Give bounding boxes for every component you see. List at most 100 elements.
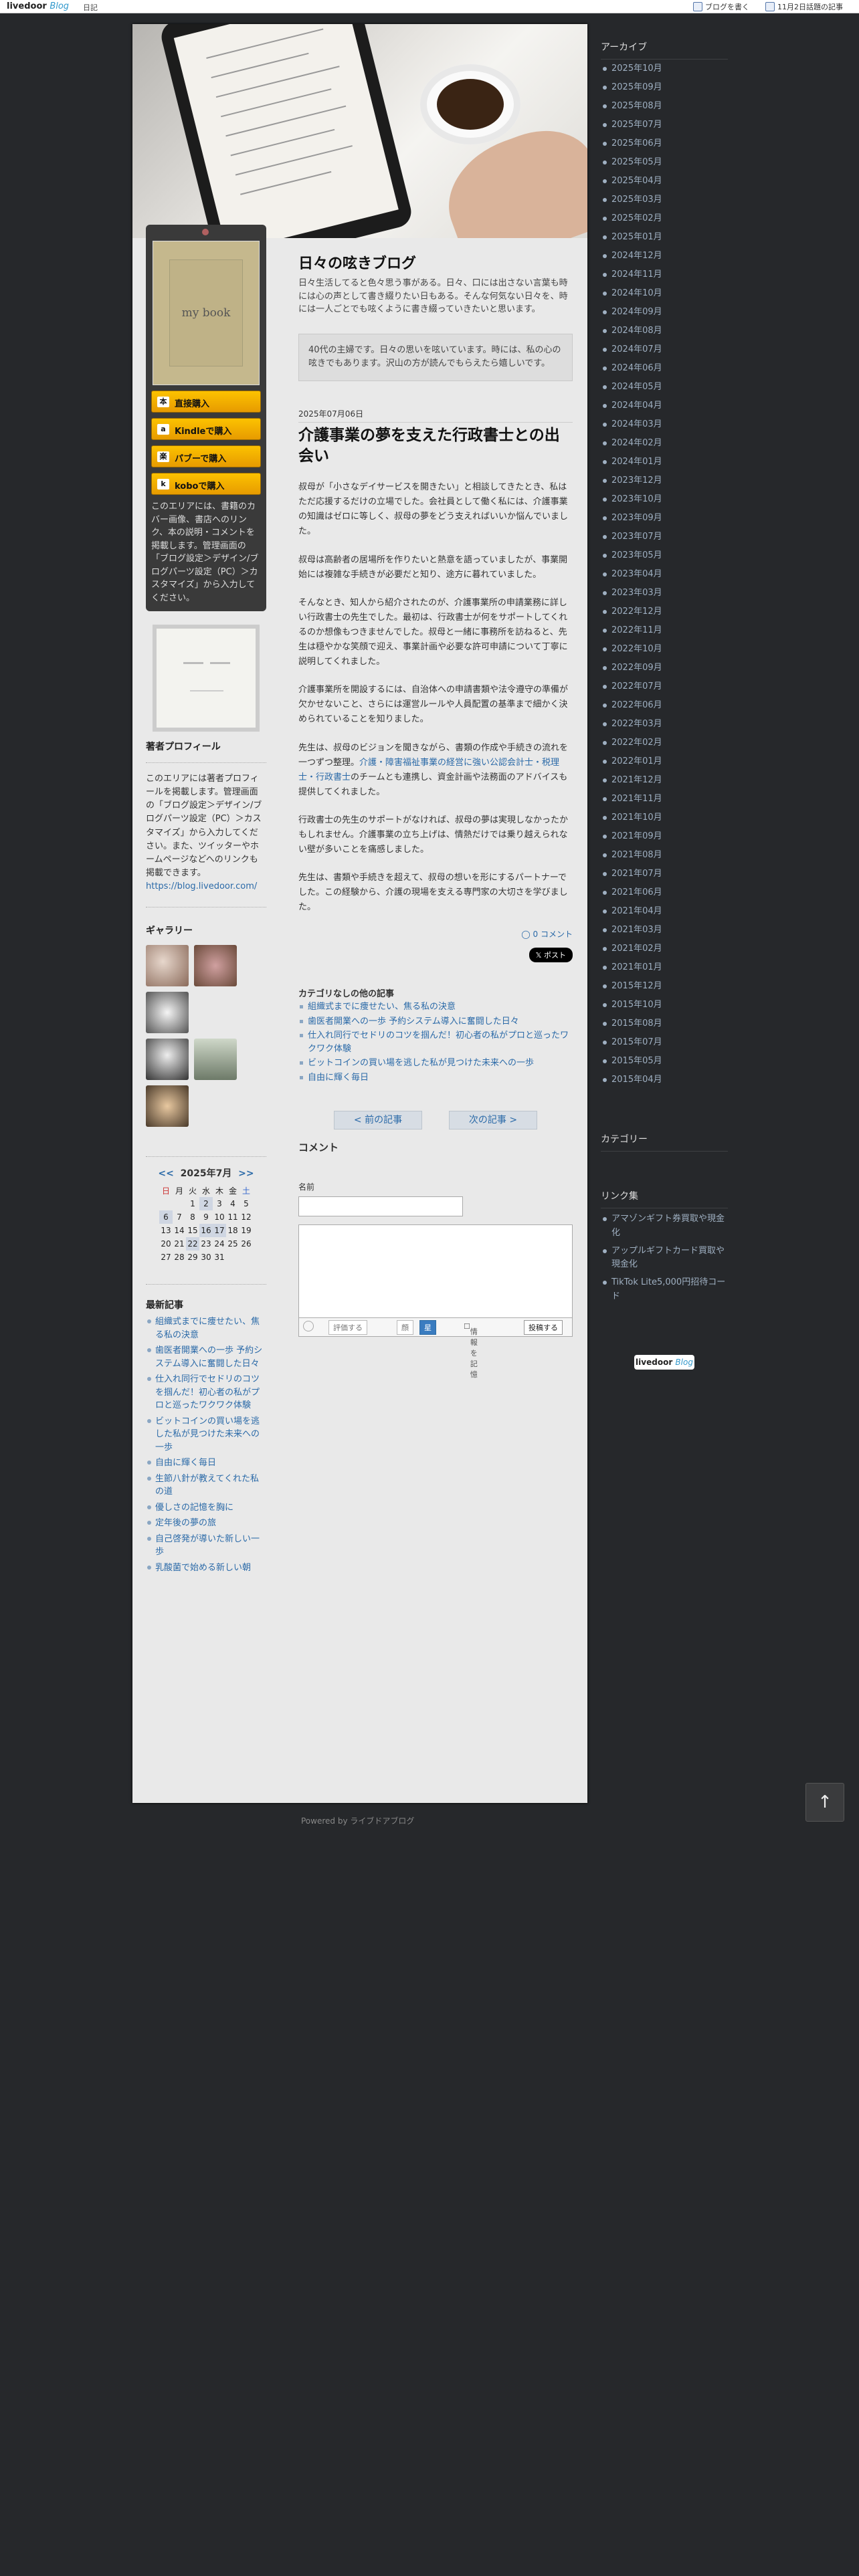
archive-month-link[interactable]: 2023年04月 — [601, 565, 728, 584]
star-toggle[interactable]: 星 — [419, 1320, 436, 1335]
rate-select[interactable]: 評価する — [328, 1320, 367, 1335]
archive-month-link[interactable]: 2022年12月 — [601, 603, 728, 621]
archive-month-link[interactable]: 2023年12月 — [601, 471, 728, 490]
archive-month-link[interactable]: 2024年11月 — [601, 265, 728, 284]
archive-month-link[interactable]: 2021年11月 — [601, 790, 728, 809]
other-article-link[interactable]: 自由に輝く毎日 — [298, 1071, 573, 1085]
buy-puboo-button[interactable]: 楽パブーで購入 — [151, 445, 261, 467]
x-post-button[interactable]: 𝕏 ポスト — [529, 948, 573, 963]
archive-month-link[interactable]: 2024年09月 — [601, 303, 728, 322]
next-article-button[interactable]: 次の記事 > — [449, 1111, 537, 1130]
archive-month-link[interactable]: 2021年09月 — [601, 827, 728, 846]
archive-month-link[interactable]: 2025年07月 — [601, 116, 728, 134]
other-article-link[interactable]: ビットコインの買い場を逃した私が見つけた未来への一歩 — [298, 1057, 573, 1070]
livedoor-blog-logo[interactable]: livedoor Blog — [7, 1, 69, 11]
archive-month-link[interactable]: 2025年02月 — [601, 209, 728, 228]
archive-month-link[interactable]: 2021年06月 — [601, 883, 728, 902]
archive-month-link[interactable]: 2025年03月 — [601, 191, 728, 209]
archive-month-link[interactable]: 2023年05月 — [601, 546, 728, 565]
other-article-link[interactable]: 組織式までに痩せたい、焦る私の決意 — [298, 1000, 573, 1014]
recent-article-link[interactable]: 仕入れ同行でセドリのコツを掴んだ！初心者の私がプロと巡ったワクワク体験 — [146, 1373, 266, 1412]
archive-month-link[interactable]: 2022年06月 — [601, 696, 728, 715]
archive-month-link[interactable]: 2024年03月 — [601, 415, 728, 434]
diary-link[interactable]: 日記 — [83, 2, 98, 13]
prev-article-button[interactable]: < 前の記事 — [334, 1111, 422, 1130]
comment-textarea[interactable] — [298, 1224, 573, 1319]
recent-article-link[interactable]: 組織式までに痩せたい、焦る私の決意 — [146, 1315, 266, 1341]
remember-checkbox[interactable]: ☐ 情報を記憶 — [464, 1322, 478, 1379]
archive-month-link[interactable]: 2021年08月 — [601, 846, 728, 865]
archive-month-link[interactable]: 2021年02月 — [601, 940, 728, 958]
blog-title[interactable]: 日々の呟きブログ — [298, 251, 573, 273]
gallery-thumbnail[interactable] — [146, 992, 189, 1034]
archive-month-link[interactable]: 2021年10月 — [601, 809, 728, 827]
archive-month-link[interactable]: 2015年08月 — [601, 1014, 728, 1033]
other-article-link[interactable]: 仕入れ同行でセドリのコツを掴んだ！初心者の私がプロと巡ったワクワク体験 — [298, 1029, 573, 1055]
archive-month-link[interactable]: 2025年10月 — [601, 60, 728, 78]
write-blog-link[interactable]: ブログを書く — [693, 1, 749, 12]
name-input[interactable] — [298, 1196, 463, 1217]
link-item[interactable]: TikTok Lite5,000円招待コード — [601, 1276, 728, 1304]
recent-article-link[interactable]: 優しさの記憶を胸に — [146, 1501, 266, 1515]
archive-month-link[interactable]: 2024年01月 — [601, 453, 728, 471]
buy-direct-button[interactable]: 本直接購入 — [151, 391, 261, 413]
archive-month-link[interactable]: 2021年07月 — [601, 865, 728, 883]
archive-month-link[interactable]: 2022年09月 — [601, 659, 728, 677]
archive-month-link[interactable]: 2024年07月 — [601, 340, 728, 359]
archive-month-link[interactable]: 2024年06月 — [601, 359, 728, 378]
gallery-thumbnail[interactable] — [146, 945, 189, 987]
archive-month-link[interactable]: 2024年05月 — [601, 378, 728, 397]
archive-month-link[interactable]: 2025年04月 — [601, 172, 728, 191]
archive-month-link[interactable]: 2025年09月 — [601, 78, 728, 97]
recent-article-link[interactable]: 生節八針が教えてくれた私の道 — [146, 1473, 266, 1499]
article-title[interactable]: 介護事業の夢を支えた行政書士との出会い — [298, 422, 573, 467]
smiley-icon[interactable] — [303, 1321, 314, 1332]
back-to-top-button[interactable]: ↑ — [805, 1783, 844, 1822]
archive-month-link[interactable]: 2023年09月 — [601, 509, 728, 528]
archive-month-link[interactable]: 2015年07月 — [601, 1033, 728, 1052]
buy-kobo-button[interactable]: k koboで購入 — [151, 473, 261, 495]
calendar-prev-link[interactable]: << — [158, 1168, 173, 1179]
archive-month-link[interactable]: 2023年07月 — [601, 528, 728, 546]
archive-month-link[interactable]: 2021年03月 — [601, 921, 728, 940]
archive-month-link[interactable]: 2024年02月 — [601, 434, 728, 453]
livedoor-blog-badge[interactable]: livedoor Blog — [634, 1355, 694, 1370]
comment-count-link[interactable]: ◯ 0 コメント — [298, 928, 573, 940]
archive-month-link[interactable]: 2015年05月 — [601, 1052, 728, 1071]
archive-month-link[interactable]: 2022年01月 — [601, 752, 728, 771]
face-toggle[interactable]: 顔 — [397, 1320, 413, 1335]
recent-article-link[interactable]: 自由に輝く毎日 — [146, 1457, 266, 1470]
archive-month-link[interactable]: 2021年12月 — [601, 771, 728, 790]
trending-articles-link[interactable]: 11月2日話題の記事 — [765, 1, 843, 12]
other-article-link[interactable]: 歯医者開業への一歩 予約システム導入に奮闘した日々 — [298, 1015, 573, 1029]
powered-by[interactable]: Powered by ライブドアブログ — [301, 1815, 414, 1826]
link-item[interactable]: アップルギフトカード買取や現金化 — [601, 1245, 728, 1273]
archive-month-link[interactable]: 2022年10月 — [601, 640, 728, 659]
archive-month-link[interactable]: 2021年01月 — [601, 958, 728, 977]
archive-month-link[interactable]: 2015年04月 — [601, 1071, 728, 1089]
link-item[interactable]: アマゾンギフト券買取や現金化 — [601, 1212, 728, 1241]
gallery-thumbnail[interactable] — [146, 1039, 189, 1081]
book-cover-image[interactable]: my book — [153, 241, 260, 385]
recent-article-link[interactable]: 自己啓発が導いた新しい一歩 — [146, 1533, 266, 1559]
archive-month-link[interactable]: 2024年04月 — [601, 397, 728, 415]
archive-month-link[interactable]: 2015年12月 — [601, 977, 728, 996]
archive-month-link[interactable]: 2021年04月 — [601, 902, 728, 921]
archive-month-link[interactable]: 2024年12月 — [601, 247, 728, 265]
archive-month-link[interactable]: 2023年03月 — [601, 584, 728, 603]
archive-month-link[interactable]: 2025年05月 — [601, 153, 728, 172]
buy-kindle-button[interactable]: a Kindleで購入 — [151, 418, 261, 440]
gallery-thumbnail[interactable] — [194, 945, 237, 987]
archive-month-link[interactable]: 2024年08月 — [601, 322, 728, 340]
recent-article-link[interactable]: 定年後の夢の旅 — [146, 1517, 266, 1530]
archive-month-link[interactable]: 2025年08月 — [601, 97, 728, 116]
archive-month-link[interactable]: 2022年03月 — [601, 715, 728, 734]
profile-link[interactable]: https://blog.livedoor.com/ — [146, 881, 257, 891]
archive-month-link[interactable]: 2025年06月 — [601, 134, 728, 153]
archive-month-link[interactable]: 2022年11月 — [601, 621, 728, 640]
archive-month-link[interactable]: 2024年10月 — [601, 284, 728, 303]
recent-article-link[interactable]: 乳酸菌で始める新しい朝 — [146, 1562, 266, 1575]
archive-month-link[interactable]: 2022年07月 — [601, 677, 728, 696]
gallery-thumbnail[interactable] — [194, 1039, 237, 1081]
calendar-next-link[interactable]: >> — [238, 1168, 254, 1179]
